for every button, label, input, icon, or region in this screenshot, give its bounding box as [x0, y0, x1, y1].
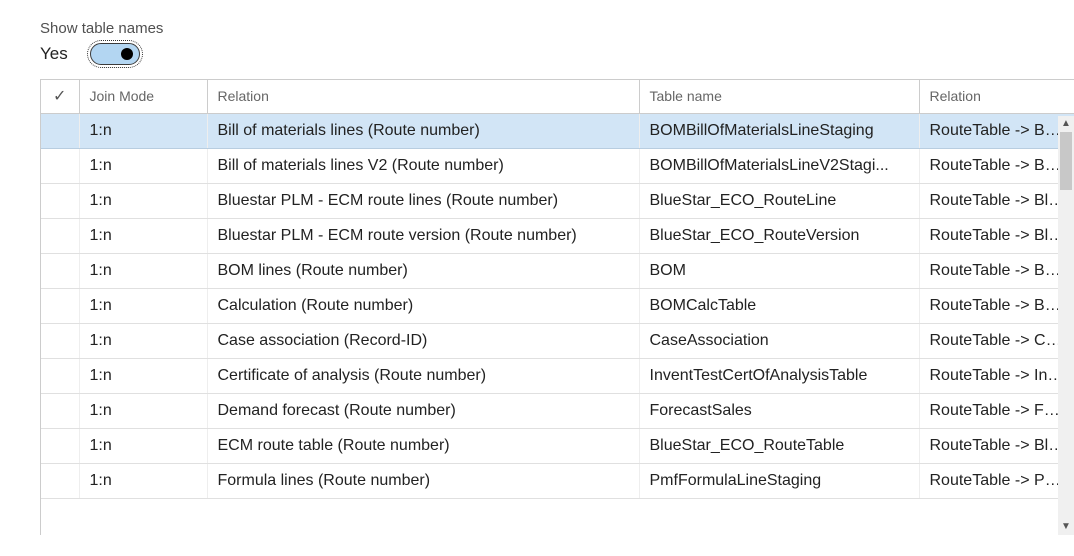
scroll-up-icon[interactable]: ▲ [1058, 116, 1074, 132]
cell-relation[interactable]: Bill of materials lines (Route number) [207, 114, 639, 149]
cell-relation2[interactable]: RouteTable -> BOMCalcTable [919, 289, 1074, 324]
table-row[interactable]: 1:nBill of materials lines (Route number… [41, 114, 1074, 149]
cell-check[interactable] [41, 359, 79, 394]
toggle-value: Yes [40, 44, 68, 64]
cell-join-mode[interactable]: 1:n [79, 219, 207, 254]
cell-relation2[interactable]: RouteTable -> PmfFormulaLineStaging [919, 464, 1074, 499]
cell-relation[interactable]: Bluestar PLM - ECM route version (Route … [207, 219, 639, 254]
cell-table-name[interactable]: BlueStar_ECO_RouteVersion [639, 219, 919, 254]
table-row[interactable]: 1:nCalculation (Route number)BOMCalcTabl… [41, 289, 1074, 324]
table-row[interactable]: 1:nECM route table (Route number)BlueSta… [41, 429, 1074, 464]
cell-check[interactable] [41, 114, 79, 149]
toggle-group: Show table names Yes [0, 0, 1074, 79]
cell-relation[interactable]: Calculation (Route number) [207, 289, 639, 324]
table-header-row: ✓ Join Mode Relation Table name Relation [41, 80, 1074, 114]
cell-join-mode[interactable]: 1:n [79, 184, 207, 219]
cell-join-mode[interactable]: 1:n [79, 359, 207, 394]
cell-relation[interactable]: Case association (Record-ID) [207, 324, 639, 359]
column-header-relation[interactable]: Relation [207, 80, 639, 114]
cell-check[interactable] [41, 464, 79, 499]
scroll-down-icon[interactable]: ▼ [1058, 519, 1074, 535]
relations-table: ✓ Join Mode Relation Table name Relation… [41, 80, 1074, 499]
cell-table-name[interactable]: BlueStar_ECO_RouteLine [639, 184, 919, 219]
cell-join-mode[interactable]: 1:n [79, 289, 207, 324]
cell-table-name[interactable]: BlueStar_ECO_RouteTable [639, 429, 919, 464]
cell-check[interactable] [41, 289, 79, 324]
table-row[interactable]: 1:nBluestar PLM - ECM route lines (Route… [41, 184, 1074, 219]
cell-check[interactable] [41, 149, 79, 184]
cell-table-name[interactable]: BOMBillOfMaterialsLineStaging [639, 114, 919, 149]
cell-check[interactable] [41, 324, 79, 359]
cell-relation[interactable]: Bill of materials lines V2 (Route number… [207, 149, 639, 184]
column-header-relation2[interactable]: Relation [919, 80, 1074, 114]
cell-join-mode[interactable]: 1:n [79, 114, 207, 149]
cell-table-name[interactable]: BOMBillOfMaterialsLineV2Stagi... [639, 149, 919, 184]
cell-relation2[interactable]: RouteTable -> BlueStar_ECO_RouteVersion [919, 219, 1074, 254]
cell-relation2[interactable]: RouteTable -> CaseAssociation [919, 324, 1074, 359]
scroll-thumb[interactable] [1060, 132, 1072, 190]
cell-relation[interactable]: Formula lines (Route number) [207, 464, 639, 499]
table-row[interactable]: 1:nDemand forecast (Route number)Forecas… [41, 394, 1074, 429]
cell-check[interactable] [41, 254, 79, 289]
cell-join-mode[interactable]: 1:n [79, 464, 207, 499]
cell-relation[interactable]: ECM route table (Route number) [207, 429, 639, 464]
cell-table-name[interactable]: InventTestCertOfAnalysisTable [639, 359, 919, 394]
column-header-table-name[interactable]: Table name [639, 80, 919, 114]
cell-relation2[interactable]: RouteTable -> BlueStar_ECO_RouteLine [919, 184, 1074, 219]
table-row[interactable]: 1:nBluestar PLM - ECM route version (Rou… [41, 219, 1074, 254]
cell-table-name[interactable]: CaseAssociation [639, 324, 919, 359]
cell-join-mode[interactable]: 1:n [79, 394, 207, 429]
checkmark-icon: ✓ [53, 88, 66, 105]
cell-relation2[interactable]: RouteTable -> BOMBillOfMaterialsLineStag… [919, 114, 1074, 149]
toggle-knob-icon [121, 48, 133, 60]
cell-relation2[interactable]: RouteTable -> ForecastSales [919, 394, 1074, 429]
cell-relation[interactable]: Bluestar PLM - ECM route lines (Route nu… [207, 184, 639, 219]
relations-grid: ✓ Join Mode Relation Table name Relation… [40, 79, 1074, 535]
cell-relation[interactable]: Demand forecast (Route number) [207, 394, 639, 429]
table-row[interactable]: 1:nBOM lines (Route number)BOMRouteTable… [41, 254, 1074, 289]
vertical-scrollbar[interactable]: ▲ ▼ [1058, 116, 1074, 535]
toggle-row: Yes [40, 43, 1074, 65]
column-header-check[interactable]: ✓ [41, 80, 79, 114]
show-table-names-toggle[interactable] [90, 43, 140, 65]
cell-relation[interactable]: Certificate of analysis (Route number) [207, 359, 639, 394]
toggle-label: Show table names [40, 20, 1074, 37]
cell-relation2[interactable]: RouteTable -> BlueStar_ECO_RouteTable [919, 429, 1074, 464]
table-row[interactable]: 1:nCertificate of analysis (Route number… [41, 359, 1074, 394]
cell-table-name[interactable]: BOMCalcTable [639, 289, 919, 324]
cell-check[interactable] [41, 184, 79, 219]
cell-join-mode[interactable]: 1:n [79, 324, 207, 359]
cell-table-name[interactable]: ForecastSales [639, 394, 919, 429]
cell-relation2[interactable]: RouteTable -> BOM [919, 254, 1074, 289]
cell-join-mode[interactable]: 1:n [79, 149, 207, 184]
cell-table-name[interactable]: BOM [639, 254, 919, 289]
cell-join-mode[interactable]: 1:n [79, 254, 207, 289]
cell-check[interactable] [41, 219, 79, 254]
cell-relation[interactable]: BOM lines (Route number) [207, 254, 639, 289]
cell-relation2[interactable]: RouteTable -> BOMBillOfMaterialsLineV2St… [919, 149, 1074, 184]
table-row[interactable]: 1:nFormula lines (Route number)PmfFormul… [41, 464, 1074, 499]
cell-table-name[interactable]: PmfFormulaLineStaging [639, 464, 919, 499]
cell-join-mode[interactable]: 1:n [79, 429, 207, 464]
cell-relation2[interactable]: RouteTable -> InventTestCertOfAnalysisTa… [919, 359, 1074, 394]
column-header-join-mode[interactable]: Join Mode [79, 80, 207, 114]
cell-check[interactable] [41, 429, 79, 464]
cell-check[interactable] [41, 394, 79, 429]
table-row[interactable]: 1:nBill of materials lines V2 (Route num… [41, 149, 1074, 184]
table-row[interactable]: 1:nCase association (Record-ID)CaseAssoc… [41, 324, 1074, 359]
